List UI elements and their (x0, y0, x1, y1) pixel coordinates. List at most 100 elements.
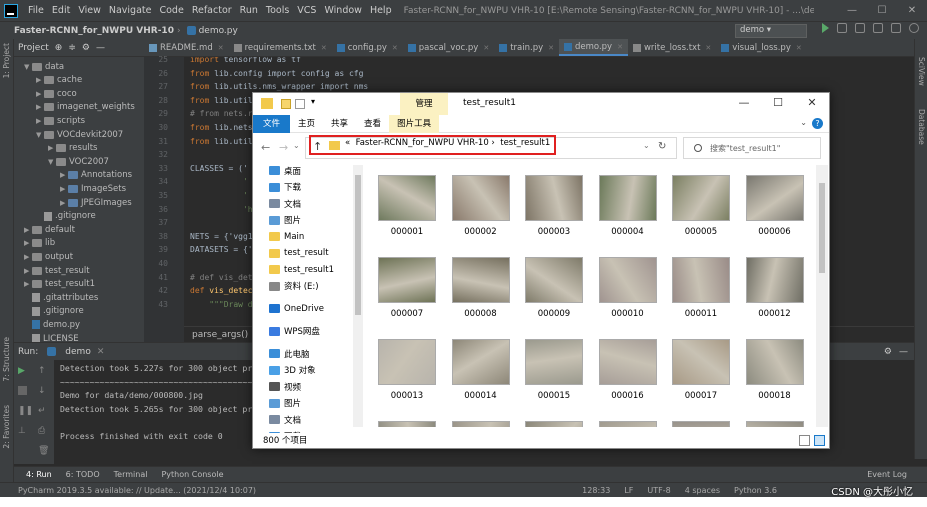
image-file-tile[interactable]: 000008 (445, 247, 517, 329)
ribbon-tab-home[interactable]: 主页 (290, 115, 323, 133)
editor-tab[interactable]: config.py ✕ (332, 39, 403, 56)
scroll-up-icon[interactable]: ↑ (38, 366, 48, 376)
address-overflow[interactable]: « (345, 138, 350, 148)
expand-right-icon[interactable]: ▶ (36, 103, 44, 111)
expand-right-icon[interactable]: ▶ (36, 90, 44, 98)
database-tool-button[interactable]: Database (917, 109, 926, 145)
image-file-tile[interactable] (371, 411, 443, 427)
image-file-tile[interactable]: 000016 (592, 329, 664, 411)
expand-right-icon[interactable]: ▶ (48, 144, 56, 152)
breadcrumb-file[interactable]: demo.py (199, 26, 238, 36)
run-tab[interactable]: demo (65, 347, 91, 357)
stop-run-icon[interactable] (18, 386, 27, 395)
editor-tab[interactable]: visual_loss.py ✕ (716, 39, 806, 56)
editor-tab[interactable]: write_loss.txt ✕ (628, 39, 716, 56)
tree-item[interactable]: ▼ VOC2007 (48, 155, 109, 168)
image-file-tile[interactable] (665, 411, 737, 427)
nav-item[interactable]: Main (269, 229, 365, 244)
image-file-tile[interactable]: 000015 (518, 329, 590, 411)
image-file-tile[interactable]: 000003 (518, 165, 590, 247)
image-file-tile[interactable]: 000007 (371, 247, 443, 329)
new-folder-icon[interactable] (295, 99, 305, 109)
tree-item[interactable]: ▼ VOCdevkit2007 (36, 128, 123, 141)
image-file-tile[interactable] (739, 411, 811, 427)
menu-vcs[interactable]: VCS (293, 5, 320, 16)
tree-item[interactable]: ▶ scripts (36, 114, 85, 127)
close-tab-icon[interactable]: ✕ (796, 44, 802, 52)
menu-code[interactable]: Code (155, 5, 187, 16)
hide-icon[interactable]: — (96, 43, 105, 53)
up-icon[interactable]: ↑ (313, 140, 322, 153)
gear-icon[interactable]: ⚙ (82, 43, 90, 53)
run-settings-gear-icon[interactable]: ⚙ (884, 347, 892, 357)
image-file-tile[interactable]: 000009 (518, 247, 590, 329)
image-file-tile[interactable] (445, 411, 517, 427)
customize-qat-icon[interactable]: ▾ (311, 97, 315, 106)
files-scrollbar[interactable] (816, 165, 828, 427)
close-tab-icon[interactable]: ✕ (321, 44, 327, 52)
ribbon-tab-file[interactable]: 文件 (253, 114, 291, 133)
nav-item[interactable]: 资料 (E:) (269, 279, 365, 294)
print-icon[interactable]: ⎙ (38, 426, 48, 436)
image-file-tile[interactable] (518, 411, 590, 427)
pause-icon[interactable]: ❚❚ (18, 406, 33, 416)
locate-icon[interactable]: ⊕ (55, 43, 63, 53)
close-tab-icon[interactable]: ✕ (218, 44, 224, 52)
close-icon[interactable]: ✕ (897, 5, 927, 16)
tree-item[interactable]: ▶ results (48, 142, 97, 155)
pin-tab-icon[interactable]: ⊥ (18, 426, 28, 436)
tree-item[interactable]: ▶ output (24, 250, 73, 263)
image-file-tile[interactable]: 000012 (739, 247, 811, 329)
nav-item[interactable]: 文档✦ (269, 196, 365, 211)
image-file-tile[interactable]: 000005 (665, 165, 737, 247)
close-tab-icon[interactable]: ✕ (617, 43, 623, 51)
expand-down-icon[interactable]: ▼ (24, 63, 32, 71)
menu-help[interactable]: Help (366, 5, 396, 16)
menu-run[interactable]: Run (236, 5, 262, 16)
details-view-icon[interactable] (799, 435, 810, 446)
update-notice[interactable]: PyCharm 2019.3.5 available: // Update...… (18, 486, 256, 495)
expand-right-icon[interactable]: ▶ (24, 226, 32, 234)
tree-item[interactable]: ▶ ImageSets (60, 182, 126, 195)
expand-right-icon[interactable]: ▶ (24, 267, 32, 275)
image-file-tile[interactable]: 000014 (445, 329, 517, 411)
forward-icon[interactable]: → (279, 141, 288, 154)
soft-wrap-icon[interactable]: ↵ (38, 406, 48, 416)
properties-icon[interactable] (281, 99, 291, 109)
expand-ribbon-icon[interactable]: ⌄ (800, 118, 807, 127)
files-scrollbar-thumb[interactable] (819, 183, 825, 273)
minimize-icon[interactable]: — (727, 93, 761, 115)
address-dropdown-icon[interactable]: ⌄ (643, 141, 650, 150)
image-file-tile[interactable] (592, 411, 664, 427)
tree-item[interactable]: .gitignore (24, 305, 84, 318)
expand-right-icon[interactable]: ▶ (60, 185, 68, 193)
editor-tab[interactable]: train.py ✕ (494, 39, 559, 56)
nav-item[interactable]: 下载✦ (269, 180, 365, 195)
nav-item[interactable]: 此电脑 (269, 346, 365, 361)
project-view-select[interactable]: Project (18, 43, 49, 53)
expand-down-icon[interactable]: ▼ (36, 131, 44, 139)
nav-item[interactable]: 桌面✦ (269, 163, 365, 178)
menu-file[interactable]: File (24, 5, 48, 16)
menu-edit[interactable]: Edit (48, 5, 74, 16)
image-file-tile[interactable]: 000006 (739, 165, 811, 247)
cursor-position[interactable]: 128:33 (582, 486, 610, 495)
image-file-tile[interactable]: 000017 (665, 329, 737, 411)
menu-refactor[interactable]: Refactor (188, 5, 236, 16)
help-icon[interactable]: ? (812, 118, 823, 129)
todo-tool-tab[interactable]: 6: TODO (66, 470, 100, 479)
favorites-tool-button[interactable]: 2: Favorites (2, 405, 11, 449)
expand-right-icon[interactable]: ▶ (24, 239, 32, 247)
tree-item[interactable]: .gitattributes (24, 291, 98, 304)
close-tab-icon[interactable]: ✕ (705, 44, 711, 52)
rerun-icon[interactable]: ▶ (18, 366, 28, 376)
expand-right-icon[interactable]: ▶ (60, 199, 68, 207)
close-tab-icon[interactable]: ✕ (483, 44, 489, 52)
profile-icon[interactable] (873, 23, 883, 33)
clear-all-icon[interactable]: 🗑 (38, 446, 49, 456)
tree-item[interactable]: ▶ coco (36, 87, 77, 100)
expand-right-icon[interactable]: ▶ (36, 76, 44, 84)
collapse-icon[interactable]: ≑ (68, 43, 76, 53)
tree-item[interactable]: ▶ JPEGImages (60, 196, 132, 209)
nav-item[interactable]: 视频 (269, 379, 365, 394)
